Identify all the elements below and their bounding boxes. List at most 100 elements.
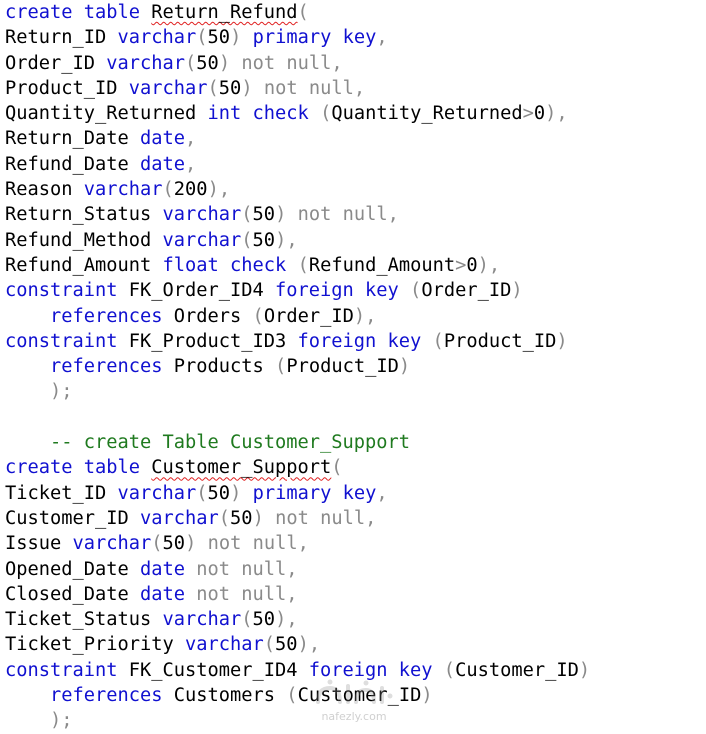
- sql-identifier: Refund_Method: [5, 229, 163, 251]
- sql-code-editor[interactable]: create table Return_Refund(Return_ID var…: [5, 0, 705, 731]
- sql-punctuation: >: [455, 254, 467, 276]
- sql-identifier: Order_ID: [263, 305, 354, 327]
- code-line[interactable]: Closed_Date date not null,: [5, 582, 705, 607]
- sql-identifier: [5, 381, 50, 402]
- sql-keyword: varchar: [117, 482, 197, 504]
- code-line[interactable]: Refund_Method varchar(50),: [5, 228, 705, 253]
- sql-identifier: [5, 306, 50, 327]
- sql-keyword: constraint: [5, 330, 118, 352]
- sql-keyword: foreign key: [297, 330, 422, 352]
- sql-keyword: date: [140, 153, 186, 175]
- sql-identifier: Order_ID: [5, 52, 107, 74]
- code-line[interactable]: Refund_Amount float check (Refund_Amount…: [5, 253, 705, 278]
- sql-keyword: varchar: [72, 533, 152, 555]
- code-line[interactable]: Ticket_ID varchar(50) primary key,: [5, 481, 705, 506]
- code-line[interactable]: constraint FK_Product_ID3 foreign key (P…: [5, 329, 705, 354]
- code-line[interactable]: constraint FK_Customer_ID4 foreign key (…: [5, 658, 705, 683]
- sql-punctuation: ): [578, 659, 591, 681]
- code-line[interactable]: Issue varchar(50) not null,: [5, 531, 705, 556]
- sql-keyword: varchar: [106, 52, 186, 74]
- sql-identifier: 50: [196, 52, 219, 74]
- sql-keyword: date: [140, 128, 186, 150]
- code-line[interactable]: references Products (Product_ID): [5, 354, 705, 379]
- code-line[interactable]: create table Return_Refund(: [5, 0, 705, 25]
- sql-punctuation: (: [185, 52, 197, 74]
- code-line[interactable]: Refund_Date date,: [5, 152, 705, 177]
- code-line[interactable]: references Orders (Order_ID),: [5, 304, 705, 329]
- sql-punctuation: ) not null,: [218, 52, 343, 74]
- sql-punctuation: (: [275, 356, 287, 378]
- sql-keyword: references: [50, 356, 163, 378]
- code-line[interactable]: constraint FK_Order_ID4 foreign key (Ord…: [5, 278, 705, 303]
- sql-identifier: 50: [230, 507, 253, 529]
- sql-identifier: FK_Customer_ID4: [117, 659, 309, 681]
- sql-punctuation: (: [241, 609, 253, 631]
- sql-identifier: FK_Order_ID4: [117, 280, 276, 302]
- code-line[interactable]: Opened_Date date not null,: [5, 557, 705, 582]
- code-line[interactable]: Quantity_Returned int check (Quantity_Re…: [5, 101, 705, 126]
- code-line[interactable]: [5, 405, 705, 430]
- code-line[interactable]: references Customers (Customer_ID): [5, 683, 705, 708]
- sql-keyword: references: [50, 685, 163, 707]
- sql-keyword: varchar: [117, 27, 197, 49]
- code-line[interactable]: Reason varchar(200),: [5, 177, 705, 202]
- sql-identifier: [140, 457, 151, 478]
- sql-punctuation: (: [286, 254, 309, 276]
- code-line[interactable]: -- create Table Customer_Support: [5, 430, 705, 455]
- code-line[interactable]: Return_Date date,: [5, 126, 705, 151]
- sql-identifier: Customers: [162, 685, 287, 707]
- sql-punctuation: (: [331, 457, 343, 479]
- sql-identifier: Customer_ID: [455, 659, 579, 681]
- code-line[interactable]: Return_Status varchar(50) not null,: [5, 202, 705, 227]
- code-line[interactable]: Customer_ID varchar(50) not null,: [5, 506, 705, 531]
- sql-identifier: Quantity_Returned: [5, 103, 208, 125]
- code-line[interactable]: Return_ID varchar(50) primary key,: [5, 25, 705, 50]
- sql-identifier: Refund_Amount: [5, 254, 163, 276]
- sql-identifier: Ticket_ID: [5, 482, 118, 504]
- sql-keyword: constraint: [5, 659, 118, 681]
- sql-identifier: Return_Date: [5, 128, 141, 150]
- sql-punctuation: not null,: [185, 558, 298, 580]
- code-line[interactable]: Order_ID varchar(50) not null,: [5, 51, 705, 76]
- sql-keyword: date: [140, 583, 186, 605]
- sql-identifier: [219, 255, 230, 276]
- sql-identifier: Orders: [162, 305, 253, 327]
- sql-punctuation: (: [263, 634, 276, 656]
- code-line[interactable]: Ticket_Status varchar(50),: [5, 607, 705, 632]
- sql-punctuation: ),: [477, 254, 501, 276]
- sql-keyword: primary key: [252, 27, 377, 49]
- sql-identifier: 50: [252, 204, 276, 226]
- sql-punctuation: ): [398, 356, 411, 378]
- sql-keyword: references: [50, 305, 163, 327]
- code-line[interactable]: Ticket_Priority varchar(50),: [5, 632, 705, 657]
- sql-keyword: constraint: [5, 280, 118, 302]
- code-line[interactable]: );: [5, 379, 705, 404]
- code-line[interactable]: create table Customer_Support(: [5, 455, 705, 480]
- sql-punctuation: ) not null,: [185, 533, 309, 555]
- sql-identifier: Closed_Date: [5, 583, 141, 605]
- code-line[interactable]: Product_ID varchar(50) not null,: [5, 76, 705, 101]
- sql-identifier: Opened_Date: [5, 558, 141, 580]
- sql-identifier: 50: [207, 27, 231, 49]
- sql-punctuation: ),: [353, 305, 377, 327]
- sql-identifier: Reason: [5, 179, 84, 201]
- sql-keyword: check: [252, 103, 309, 125]
- sql-punctuation: (: [218, 507, 231, 529]
- sql-keyword: create table: [5, 457, 141, 479]
- sql-punctuation: ,: [185, 128, 197, 150]
- sql-punctuation: (: [207, 77, 219, 99]
- table-name-with-error: Return_Refund: [151, 2, 298, 23]
- sql-keyword: foreign key: [308, 659, 433, 681]
- sql-identifier: Customer_ID: [5, 507, 141, 529]
- sql-identifier: [5, 685, 50, 706]
- sql-punctuation: (: [196, 482, 208, 504]
- sql-punctuation: (: [241, 204, 253, 226]
- sql-identifier: Return_ID: [5, 27, 118, 49]
- sql-punctuation: ): [421, 685, 433, 707]
- sql-identifier: Order_ID: [421, 280, 512, 302]
- sql-identifier: Return_Status: [5, 204, 163, 226]
- sql-punctuation: (: [286, 685, 298, 707]
- sql-identifier: Issue: [5, 533, 73, 555]
- code-line[interactable]: );: [5, 708, 705, 733]
- sql-identifier: [241, 27, 252, 48]
